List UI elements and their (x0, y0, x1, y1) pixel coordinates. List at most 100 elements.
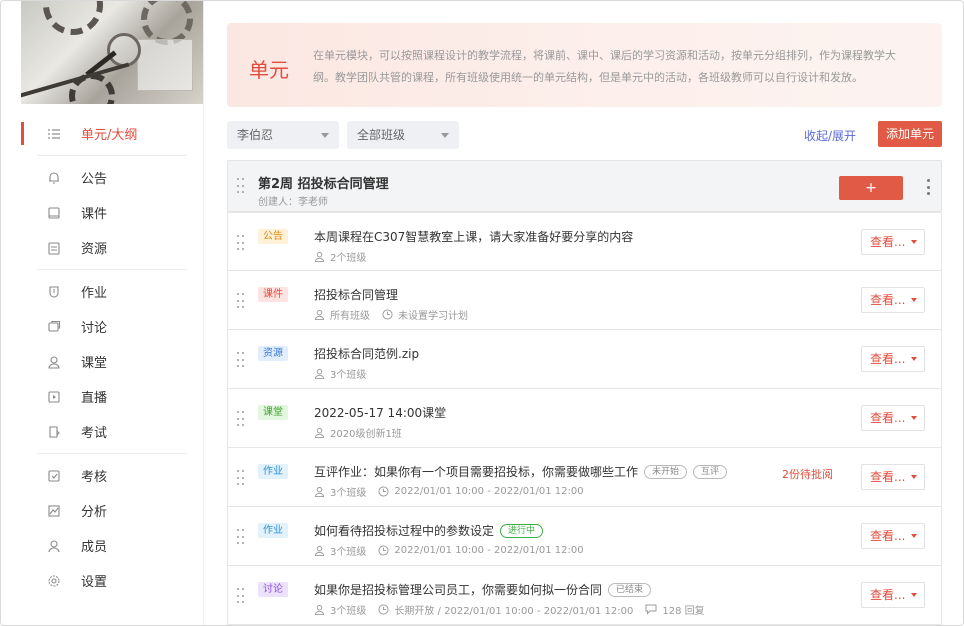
list-item[interactable]: 课件 招投标合同管理 所有班级 未设置学习计划 查看... (227, 271, 942, 330)
chevron-down-icon (911, 357, 917, 361)
add-unit-button[interactable]: 添加单元 (878, 121, 942, 147)
reply-count: 128 回复 (662, 606, 705, 617)
chevron-down-icon (911, 593, 917, 597)
item-meta: 3个班级 (314, 366, 378, 381)
item-meta: 2020级创新1班 (314, 425, 414, 440)
divider (37, 155, 187, 156)
item-title[interactable]: 招投标合同范例.zip (314, 345, 419, 362)
teacher-select[interactable]: 李伯忍 (227, 121, 339, 149)
type-badge: 讨论 (258, 582, 288, 597)
item-title[interactable]: 如果你是招投标管理公司员工，你需要如何拟一份合同 已结束 (314, 581, 652, 598)
view-button-label: 查看... (870, 235, 906, 249)
item-meta: 3个班级 2022/01/01 10:00 - 2022/01/01 12:00 (314, 484, 596, 499)
sidebar-item-discussion[interactable]: 讨论 (21, 309, 203, 344)
chevron-down-icon (911, 475, 917, 479)
sidebar-item-units[interactable]: 单元/大纲 (21, 116, 203, 151)
comment-icon (645, 604, 657, 615)
list-item[interactable]: 资源 招投标合同范例.zip 3个班级 查看... (227, 330, 942, 389)
item-title[interactable]: 如何看待招投标过程中的参数设定 进行中 (314, 522, 544, 539)
sidebar-item-announcements[interactable]: 公告 (21, 160, 203, 195)
add-activity-button[interactable]: + (839, 176, 903, 200)
view-dropdown-button[interactable]: 查看... (861, 582, 925, 608)
list-item[interactable]: 课堂 2022-05-17 14:00课堂 2020级创新1班 查看... (227, 389, 942, 448)
item-meta: 2个班级 (314, 249, 378, 264)
time-range: 2022/01/01 10:00 - 2022/01/01 12:00 (394, 545, 584, 556)
item-title[interactable]: 招投标合同管理 (314, 286, 398, 303)
view-button-label: 查看... (870, 411, 906, 425)
view-dropdown-button[interactable]: 查看... (861, 287, 925, 313)
divider (37, 453, 187, 454)
book-icon (47, 206, 61, 220)
class-count: 所有班级 (330, 311, 370, 322)
collapse-expand-link[interactable]: 收起/展开 (804, 127, 856, 144)
person-icon (47, 539, 61, 553)
more-icon[interactable] (927, 179, 931, 195)
user-icon (314, 309, 325, 320)
sidebar-item-label: 分析 (81, 505, 108, 520)
drag-handle-icon[interactable] (237, 588, 244, 606)
item-meta: 3个班级 长期开放 / 2022/01/01 10:00 - 2022/01/0… (314, 602, 717, 617)
list-item[interactable]: 作业 互评作业：如果你有一个项目需要招投标，你需要做哪些工作 未开始 互评 3个… (227, 448, 942, 507)
list-item[interactable]: 讨论 如果你是招投标管理公司员工，你需要如何拟一份合同 已结束 3个班级 长期开… (227, 566, 942, 625)
sidebar-item-label: 单元/大纲 (81, 128, 138, 143)
drag-handle-icon[interactable] (237, 352, 244, 370)
sidebar-item-exam[interactable]: 考试 (21, 414, 203, 449)
view-dropdown-button[interactable]: 查看... (861, 523, 925, 549)
sidebar-item-resources[interactable]: 资源 (21, 230, 203, 265)
divider (37, 269, 187, 270)
sidebar-item-label: 直播 (81, 391, 108, 406)
sidebar-item-label: 考核 (81, 470, 108, 485)
chevron-down-icon (911, 240, 917, 244)
item-meta: 3个班级 2022/01/01 10:00 - 2022/01/01 12:00 (314, 543, 596, 558)
type-badge: 资源 (258, 346, 288, 361)
clock-icon (382, 309, 393, 320)
item-meta: 所有班级 未设置学习计划 (314, 307, 480, 322)
user-icon (314, 368, 325, 379)
unit-title: 第2周 招投标合同管理 (258, 177, 389, 192)
view-dropdown-button[interactable]: 查看... (861, 229, 925, 255)
drag-handle-icon[interactable] (237, 293, 244, 311)
sidebar-item-classroom[interactable]: 课堂 (21, 344, 203, 379)
chevron-down-icon (911, 534, 917, 538)
gear-icon (47, 574, 61, 588)
class-select[interactable]: 全部班级 (347, 121, 459, 149)
sidebar-item-homework[interactable]: 作业 (21, 274, 203, 309)
view-dropdown-button[interactable]: 查看... (861, 464, 925, 490)
sidebar-item-assessment[interactable]: 考核 (21, 458, 203, 493)
chevron-down-icon (441, 133, 449, 138)
class-name: 2020级创新1班 (330, 429, 402, 440)
class-count: 3个班级 (330, 606, 367, 617)
sidebar-item-settings[interactable]: 设置 (21, 563, 203, 598)
item-title[interactable]: 2022-05-17 14:00课堂 (314, 404, 446, 421)
view-dropdown-button[interactable]: 查看... (861, 346, 925, 372)
sidebar-item-live[interactable]: 直播 (21, 379, 203, 414)
view-dropdown-button[interactable]: 查看... (861, 405, 925, 431)
time-range: 2022/01/01 10:00 - 2022/01/01 12:00 (394, 486, 584, 497)
drag-handle-icon[interactable] (237, 178, 244, 196)
sidebar-item-courseware[interactable]: 课件 (21, 195, 203, 230)
sidebar-item-label: 课件 (81, 207, 108, 222)
course-cover-image (21, 1, 203, 104)
drag-handle-icon[interactable] (237, 235, 244, 253)
sidebar-item-analysis[interactable]: 分析 (21, 493, 203, 528)
view-button-label: 查看... (870, 293, 906, 307)
clock-icon (378, 486, 389, 497)
item-title-text: 本周课程在C307智慧教室上课，请大家准备好要分享的内容 (314, 230, 634, 244)
drag-handle-icon[interactable] (237, 411, 244, 429)
user-icon (314, 251, 325, 262)
class-count: 3个班级 (330, 370, 367, 381)
sidebar-item-members[interactable]: 成员 (21, 528, 203, 563)
item-title[interactable]: 本周课程在C307智慧教室上课，请大家准备好要分享的内容 (314, 228, 633, 245)
drag-handle-icon[interactable] (237, 529, 244, 547)
item-title[interactable]: 互评作业：如果你有一个项目需要招投标，你需要做哪些工作 未开始 互评 (314, 463, 728, 480)
drag-handle-icon[interactable] (237, 470, 244, 488)
list-item[interactable]: 公告 本周课程在C307智慧教室上课，请大家准备好要分享的内容 2个班级 查看.… (227, 212, 942, 271)
activity-list: 公告 本周课程在C307智慧教室上课，请大家准备好要分享的内容 2个班级 查看.… (227, 212, 942, 625)
pending-review-count[interactable]: 2份待批阅 (782, 466, 833, 482)
toolbar: 李伯忍 全部班级 收起/展开 添加单元 (227, 121, 942, 149)
main-content: 单元 在单元模块，可以按照课程设计的教学流程，将课前、课中、课后的学习资源和活动… (227, 23, 942, 625)
exam-icon (47, 425, 61, 439)
list-item[interactable]: 作业 如何看待招投标过程中的参数设定 进行中 3个班级 2022/01/01 1… (227, 507, 942, 566)
item-title-text: 2022-05-17 14:00课堂 (314, 406, 447, 420)
page-title: 单元 (249, 58, 289, 82)
